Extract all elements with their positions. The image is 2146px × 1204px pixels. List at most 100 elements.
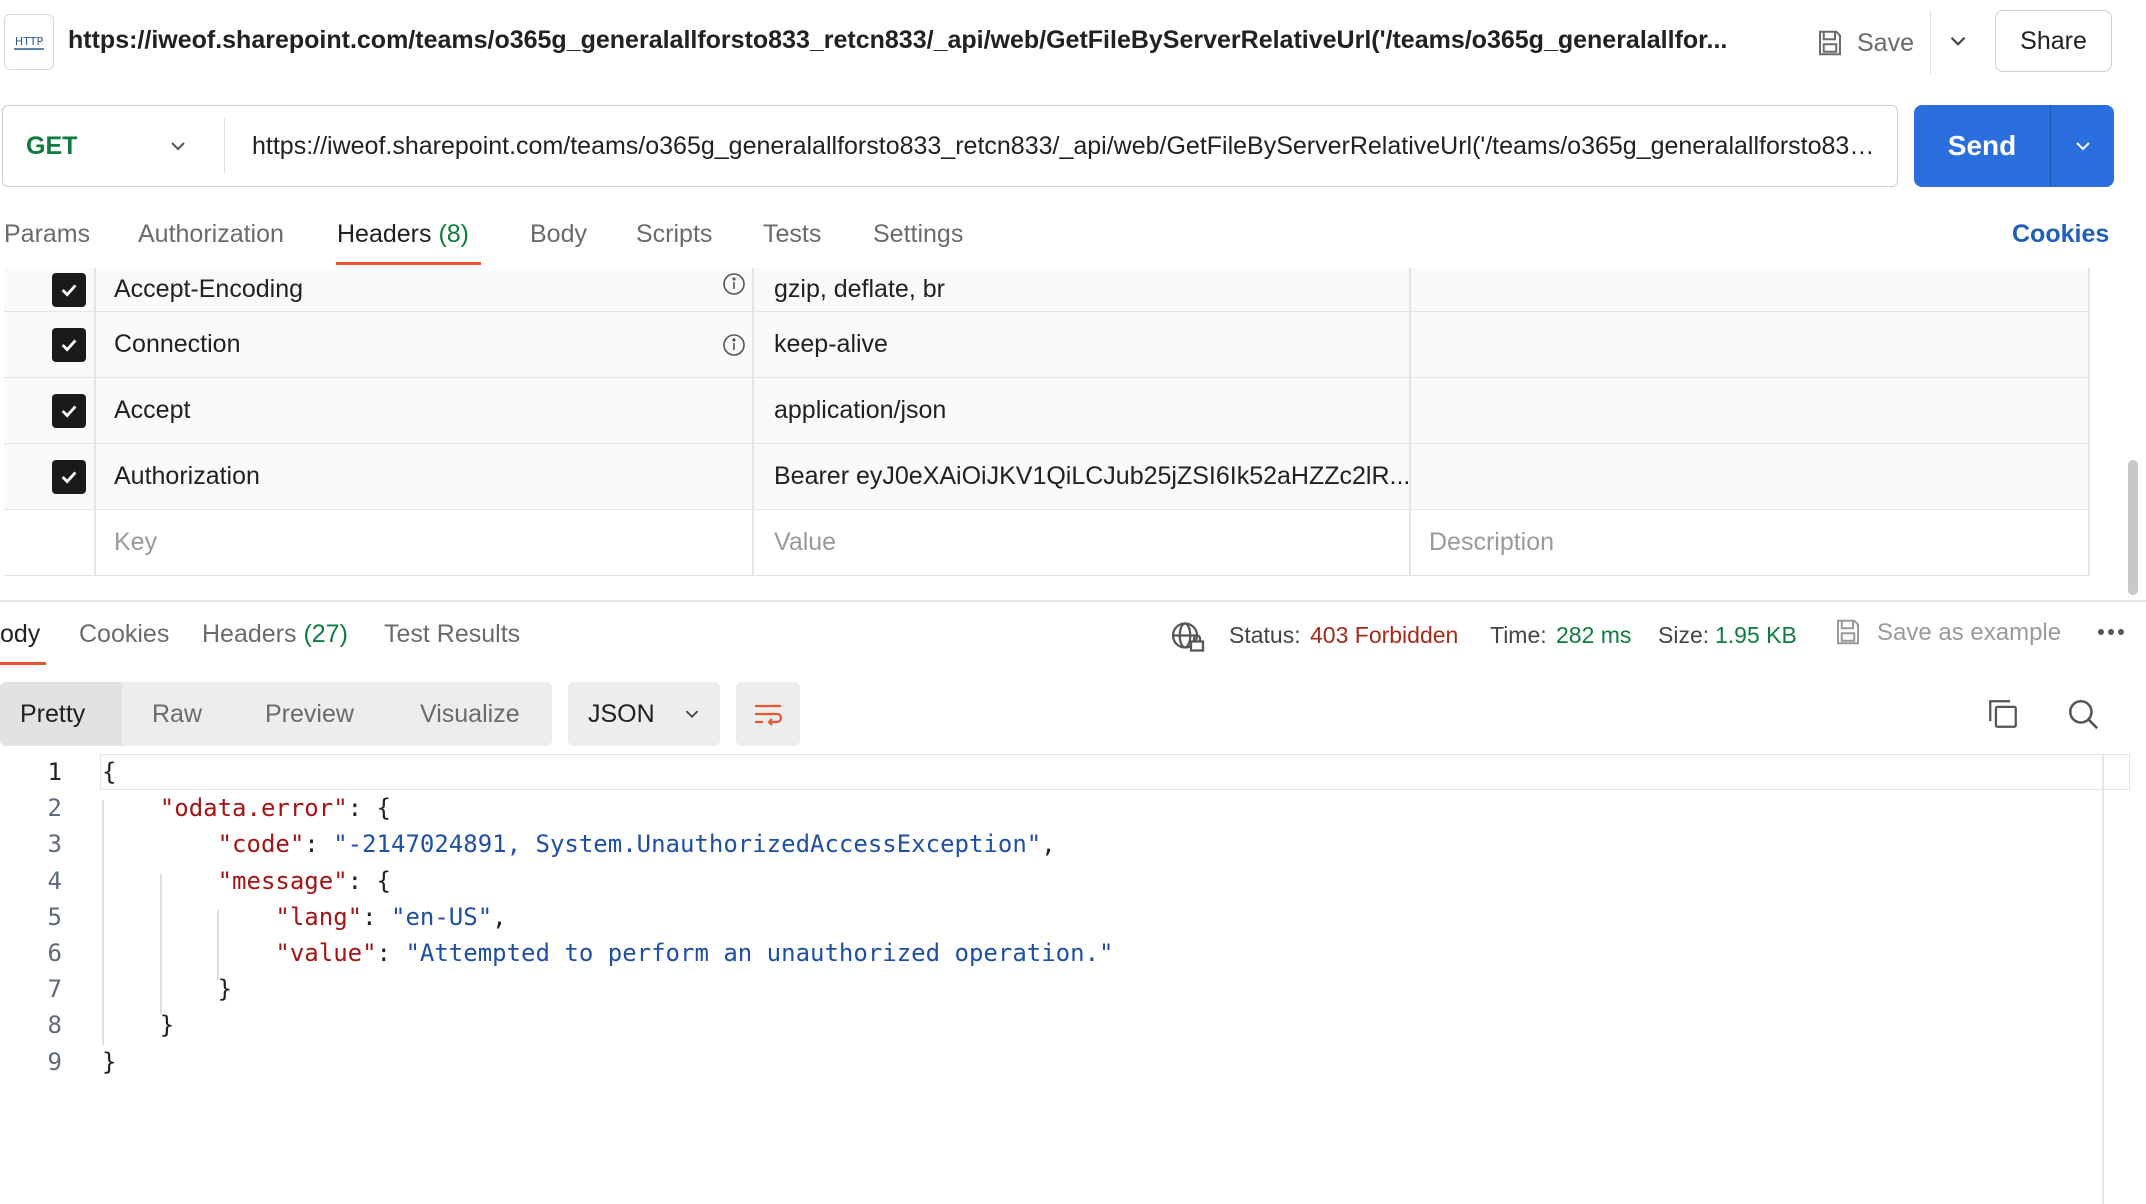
checkbox-checked-icon[interactable] xyxy=(52,327,86,362)
header-value[interactable]: Bearer eyJ0eXAiOiJKV1QiLCJub25jZSI6Ik52a… xyxy=(774,444,1410,509)
active-tab-indicator xyxy=(336,262,481,265)
tab-response-body[interactable]: ody xyxy=(0,620,40,649)
json-punct xyxy=(102,867,218,895)
send-chevron-down-icon[interactable] xyxy=(2051,105,2114,187)
line-number: 7 xyxy=(47,975,62,1003)
view-pretty[interactable]: Pretty xyxy=(20,700,85,729)
line-number: 4 xyxy=(47,867,62,895)
code-line[interactable]: } xyxy=(102,975,232,1003)
tab-settings[interactable]: Settings xyxy=(873,220,963,249)
search-icon[interactable] xyxy=(2066,697,2100,731)
url-input[interactable]: https://iweof.sharepoint.com/teams/o365g… xyxy=(252,132,1882,161)
code-line[interactable]: "code": "-2147024891, System.Unauthorize… xyxy=(102,830,1056,858)
divider xyxy=(1930,10,1931,74)
share-button[interactable]: Share xyxy=(1995,10,2112,72)
table-row: Accept application/json xyxy=(4,378,2090,444)
http-icon: HTTP xyxy=(4,14,54,70)
line-number: 9 xyxy=(47,1048,62,1076)
json-punct: } xyxy=(102,1011,175,1039)
json-string: "-2147024891, System.UnauthorizedAccessE… xyxy=(333,830,1042,858)
tab-test-results[interactable]: Test Results xyxy=(384,620,520,649)
json-string: "Attempted to perform an unauthorized op… xyxy=(405,939,1114,967)
cookies-link[interactable]: Cookies xyxy=(2012,220,2109,249)
method-select[interactable]: GET xyxy=(26,132,77,161)
table-row-new: Key Value Description xyxy=(4,510,2090,576)
row-checkbox[interactable] xyxy=(52,378,86,443)
tab-body[interactable]: Body xyxy=(530,220,587,249)
size-value[interactable]: 1.95 KB xyxy=(1715,622,1797,649)
send-button[interactable]: Send xyxy=(1914,105,2114,187)
code-line[interactable]: "value": "Attempted to perform an unauth… xyxy=(102,939,1113,967)
json-punct: } xyxy=(102,1048,117,1076)
tab-authorization[interactable]: Authorization xyxy=(138,220,284,249)
header-key[interactable]: Accept xyxy=(114,378,190,443)
row-checkbox[interactable] xyxy=(52,444,86,509)
tab-response-cookies[interactable]: Cookies xyxy=(79,620,169,649)
info-icon[interactable] xyxy=(722,272,746,296)
json-key: "message" xyxy=(217,867,348,895)
tab-headers[interactable]: Headers (8) xyxy=(337,220,469,249)
column-divider xyxy=(1409,268,1411,576)
divider xyxy=(224,118,225,174)
header-value[interactable]: application/json xyxy=(774,378,946,443)
save-button[interactable]: Save xyxy=(1815,20,1914,66)
top-bar: HTTP https://iweof.sharepoint.com/teams/… xyxy=(0,0,2146,84)
checkbox-checked-icon[interactable] xyxy=(52,459,86,494)
tab-response-headers-label: Headers xyxy=(202,620,297,648)
table-row: Authorization Bearer eyJ0eXAiOiJKV1QiLCJ… xyxy=(4,444,2090,510)
code-line[interactable]: { xyxy=(102,758,116,786)
copy-icon[interactable] xyxy=(1986,697,2020,731)
tab-response-headers[interactable]: Headers (27) xyxy=(202,620,348,649)
key-placeholder[interactable]: Key xyxy=(114,510,157,575)
send-label[interactable]: Send xyxy=(1914,105,2050,187)
active-line-highlight xyxy=(100,754,2130,790)
code-line[interactable]: "lang": "en-US", xyxy=(102,903,506,931)
code-line[interactable]: } xyxy=(102,1048,116,1076)
tab-params[interactable]: Params xyxy=(4,220,90,249)
description-placeholder[interactable]: Description xyxy=(1429,510,1554,575)
json-punct: : { xyxy=(347,867,391,895)
request-title[interactable]: https://iweof.sharepoint.com/teams/o365g… xyxy=(68,26,1727,55)
format-label: JSON xyxy=(588,699,655,728)
view-preview[interactable]: Preview xyxy=(265,700,354,729)
row-checkbox[interactable] xyxy=(52,268,86,311)
json-punct xyxy=(102,939,275,967)
tab-response-headers-count: (27) xyxy=(303,620,348,648)
tab-headers-label: Headers xyxy=(337,220,432,248)
time-label: Time: xyxy=(1490,622,1547,648)
value-placeholder[interactable]: Value xyxy=(774,510,836,575)
header-key[interactable]: Connection xyxy=(114,312,240,377)
header-key[interactable]: Accept-Encoding xyxy=(114,268,303,311)
save-as-example-button[interactable]: Save as example xyxy=(1877,619,2061,647)
code-line[interactable]: } xyxy=(102,1011,174,1039)
globe-lock-icon[interactable] xyxy=(1170,619,1206,655)
header-value[interactable]: keep-alive xyxy=(774,312,888,377)
http-icon-text: HTTP xyxy=(15,35,44,48)
tab-headers-count: (8) xyxy=(438,220,470,248)
code-line[interactable]: "message": { xyxy=(102,867,391,895)
checkbox-checked-icon[interactable] xyxy=(52,393,86,428)
tab-scripts[interactable]: Scripts xyxy=(636,220,712,249)
header-key[interactable]: Authorization xyxy=(114,444,260,509)
status-value[interactable]: 403 Forbidden xyxy=(1310,622,1458,649)
header-value[interactable]: gzip, deflate, br xyxy=(774,268,945,311)
view-raw[interactable]: Raw xyxy=(152,700,202,729)
method-chevron-down-icon[interactable] xyxy=(166,134,190,158)
checkbox-checked-icon[interactable] xyxy=(52,272,86,307)
json-punct: : xyxy=(362,903,391,931)
code-line[interactable]: "odata.error": { xyxy=(102,794,391,822)
more-options-icon[interactable] xyxy=(2096,624,2126,640)
editor-edge xyxy=(2102,754,2104,1204)
time-value[interactable]: 282 ms xyxy=(1556,622,1631,649)
json-punct xyxy=(102,903,275,931)
view-visualize[interactable]: Visualize xyxy=(420,700,520,729)
info-icon[interactable] xyxy=(722,333,746,357)
row-checkbox[interactable] xyxy=(52,312,86,377)
tab-tests[interactable]: Tests xyxy=(763,220,821,249)
wrap-lines-button[interactable] xyxy=(736,682,800,746)
json-key: "lang" xyxy=(275,903,363,931)
scrollbar-thumb[interactable] xyxy=(2128,460,2138,595)
save-dropdown-chevron-icon[interactable] xyxy=(1945,28,1971,54)
json-punct: : { xyxy=(347,794,391,822)
format-select[interactable]: JSON xyxy=(568,682,720,746)
